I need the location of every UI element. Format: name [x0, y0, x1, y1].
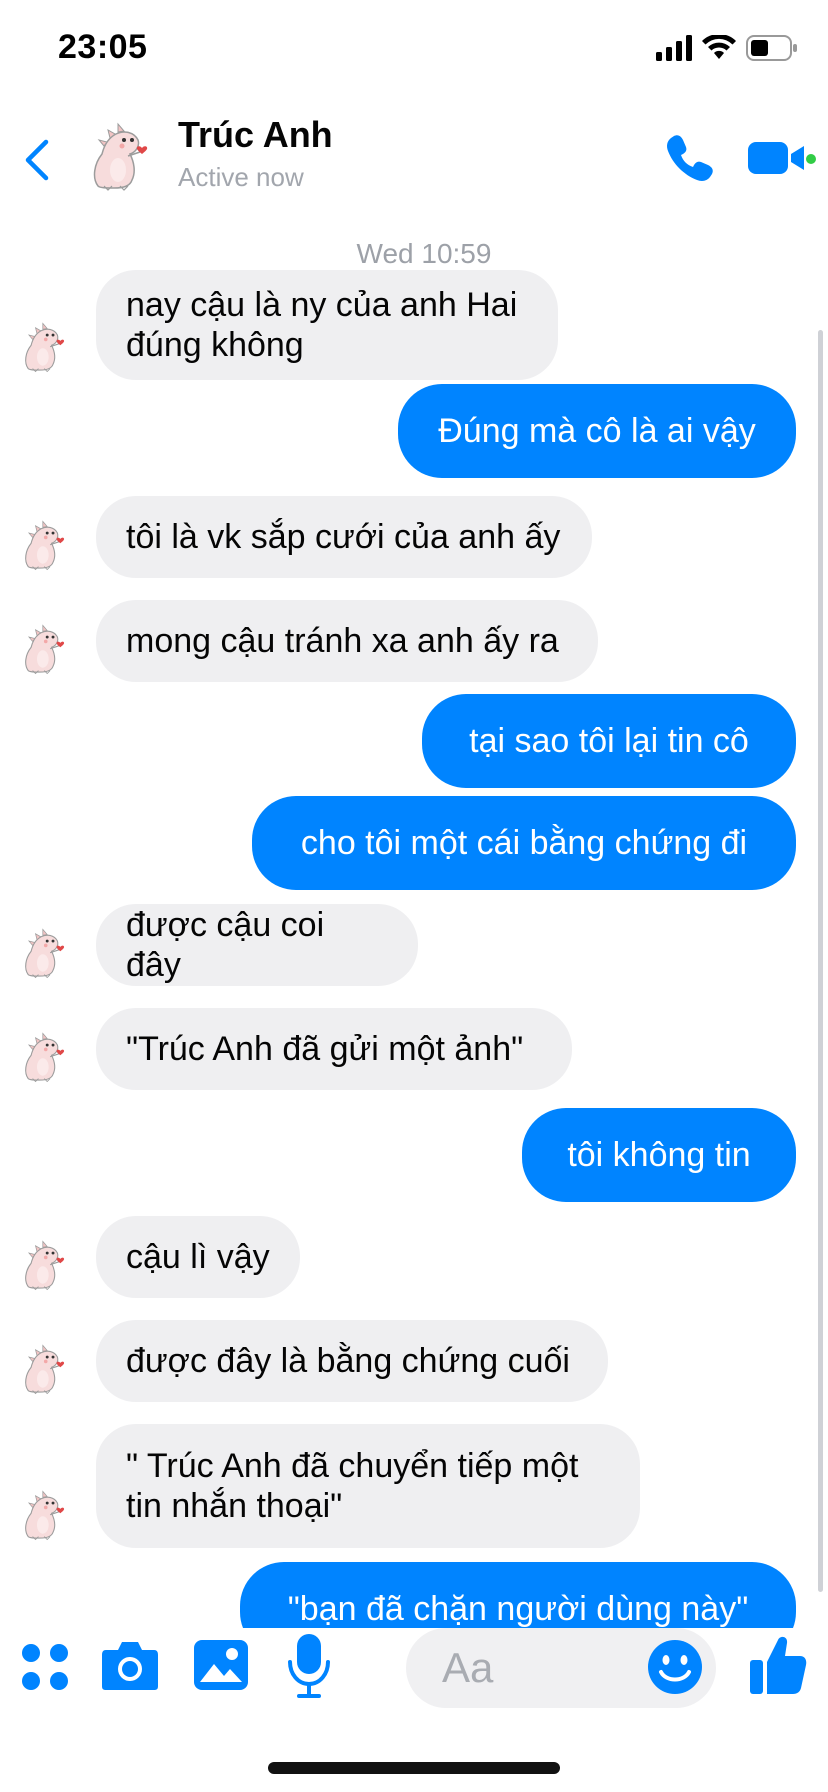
message-text: "bạn đã chặn người dùng này" — [287, 1590, 749, 1628]
video-camera-icon[interactable] — [748, 136, 818, 182]
apps-grid-icon[interactable] — [20, 1642, 70, 1692]
cellular-signal-icon — [656, 35, 692, 61]
outgoing-message-bubble[interactable]: Đúng mà cô là ai vậy — [398, 384, 796, 478]
conversation-timestamp: Wed 10:59 — [356, 238, 492, 269]
message-text: được đây là bằng chứng cuối — [126, 1342, 570, 1380]
online-indicator — [806, 154, 816, 164]
wifi-icon — [702, 35, 736, 59]
message-text: tôi là vk sắp cưới của anh ấy — [126, 518, 561, 556]
image-icon[interactable] — [192, 1636, 250, 1694]
message-input[interactable]: Aa — [406, 1628, 716, 1708]
message-text: Đúng mà cô là ai vậy — [438, 412, 756, 450]
phone-icon[interactable] — [664, 130, 718, 184]
message-text: mong cậu tránh xa anh ấy ra — [126, 622, 559, 660]
back-chevron-icon[interactable] — [14, 130, 58, 190]
incoming-message-bubble[interactable]: " Trúc Anh đã chuyển tiếp một tin nhắn t… — [96, 1424, 640, 1548]
sender-avatar[interactable] — [18, 924, 72, 980]
status-time: 23:05 — [58, 28, 148, 66]
incoming-message-bubble[interactable]: cậu lì vậy — [96, 1216, 300, 1298]
contact-status: Active now — [178, 162, 304, 192]
sender-avatar[interactable] — [18, 620, 72, 676]
incoming-message-bubble[interactable]: nay cậu là ny của anh Hai đúng không — [96, 270, 558, 380]
sender-avatar[interactable] — [18, 516, 72, 572]
outgoing-message-bubble[interactable]: cho tôi một cái bằng chứng đi — [252, 796, 796, 890]
contact-avatar[interactable] — [84, 118, 158, 192]
incoming-message-bubble[interactable]: mong cậu tránh xa anh ấy ra — [96, 600, 598, 682]
message-text: cậu lì vậy — [126, 1238, 270, 1276]
message-text: " Trúc Anh đã chuyển tiếp một tin nhắn t… — [126, 1447, 579, 1525]
incoming-message-bubble[interactable]: "Trúc Anh đã gửi một ảnh" — [96, 1008, 572, 1090]
home-indicator — [268, 1762, 560, 1774]
sender-avatar[interactable] — [18, 1028, 72, 1084]
message-input-placeholder: Aa — [442, 1644, 494, 1691]
sender-avatar[interactable] — [18, 1340, 72, 1396]
incoming-message-bubble[interactable]: được cậu coi đây — [96, 904, 418, 986]
contact-name[interactable]: Trúc Anh — [178, 114, 333, 156]
smiley-icon[interactable] — [646, 1638, 704, 1696]
message-text: tại sao tôi lại tin cô — [469, 722, 749, 760]
camera-icon[interactable] — [100, 1638, 160, 1692]
message-text: cho tôi một cái bằng chứng đi — [300, 824, 748, 862]
message-text: được cậu coi đây — [126, 906, 325, 984]
message-text: "Trúc Anh đã gửi một ảnh" — [126, 1030, 524, 1068]
status-icons — [656, 30, 798, 66]
chat-header: Trúc Anh Active now — [0, 100, 828, 210]
microphone-icon[interactable] — [286, 1632, 332, 1702]
message-text: nay cậu là ny của anh Hai đúng không — [126, 286, 518, 364]
sender-avatar[interactable] — [18, 318, 72, 374]
incoming-message-bubble[interactable]: tôi là vk sắp cưới của anh ấy — [96, 496, 592, 578]
battery-icon — [746, 35, 797, 61]
message-list: nay cậu là ny của anh Hai đúng không Đúng… — [0, 210, 828, 1628]
incoming-message-bubble[interactable]: được đây là bằng chứng cuối — [96, 1320, 608, 1402]
message-text: tôi không tin — [567, 1136, 751, 1174]
outgoing-message-bubble[interactable]: tôi không tin — [522, 1108, 796, 1202]
message-list-viewport[interactable]: Wed 10:59 nay cậu là ny của anh Hai đúng… — [0, 210, 828, 1628]
sender-avatar[interactable] — [18, 1236, 72, 1292]
sender-avatar[interactable] — [18, 1486, 72, 1542]
outgoing-message-bubble[interactable]: "bạn đã chặn người dùng này" — [240, 1562, 796, 1628]
thumbs-up-icon[interactable] — [748, 1632, 808, 1698]
outgoing-message-bubble[interactable]: tại sao tôi lại tin cô — [422, 694, 796, 788]
status-bar: 23:05 — [0, 0, 828, 100]
scrollbar[interactable] — [818, 330, 823, 1592]
message-composer: Aa — [0, 1628, 828, 1712]
